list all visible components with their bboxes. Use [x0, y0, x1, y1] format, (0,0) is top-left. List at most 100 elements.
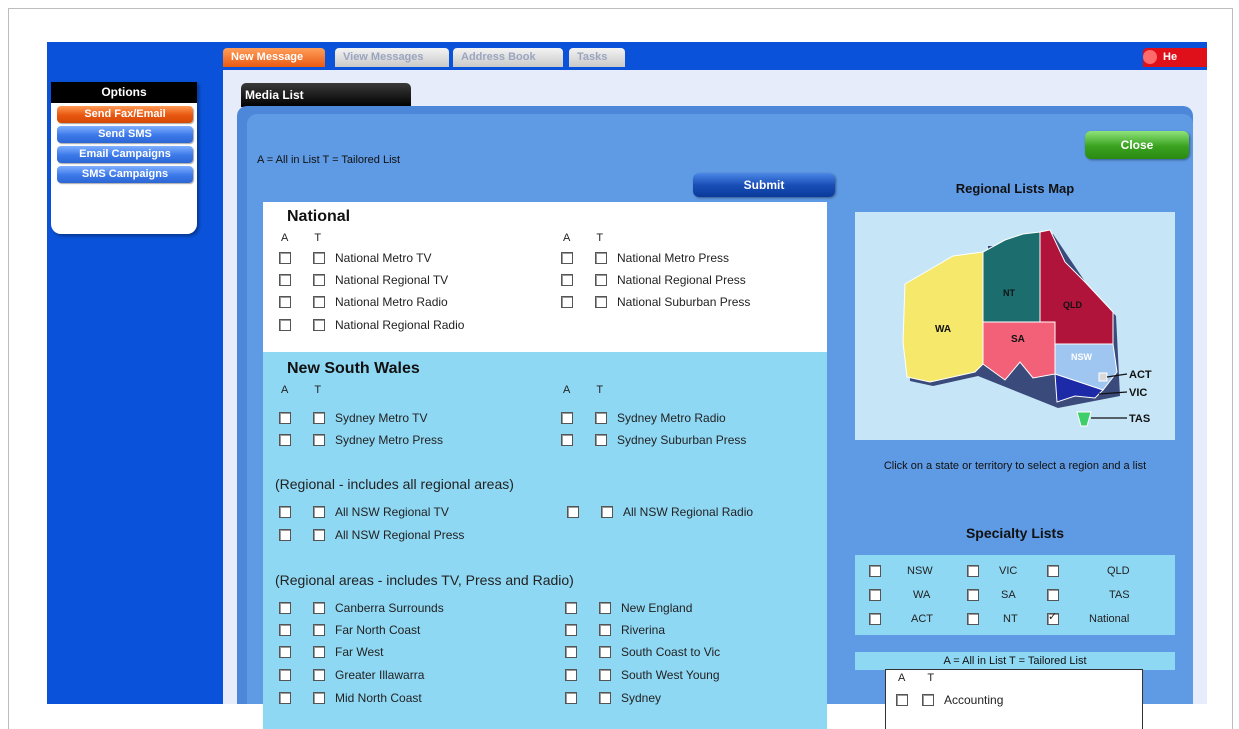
help-icon: [1143, 50, 1157, 64]
all-checkbox[interactable]: [567, 505, 579, 518]
map-state-nt[interactable]: [982, 231, 1041, 323]
tailored-checkbox[interactable]: [595, 433, 607, 446]
tailored-checkbox[interactable]: [595, 411, 607, 424]
send-fax-email-button[interactable]: Send Fax/Email: [57, 106, 193, 123]
list-item: Sydney Suburban Press: [561, 430, 746, 448]
list-item-label: National Regional Press: [617, 272, 746, 287]
map-state-act[interactable]: [1098, 372, 1108, 382]
list-item: Mid North Coast: [279, 688, 422, 706]
all-checkbox[interactable]: [279, 251, 291, 264]
specialty-item: TAS: [1047, 589, 1130, 602]
all-checkbox[interactable]: [565, 645, 577, 658]
tailored-checkbox[interactable]: [313, 251, 325, 264]
all-checkbox[interactable]: [279, 668, 291, 681]
tailored-checkbox[interactable]: [313, 691, 325, 704]
specialty-label: QLD: [1107, 565, 1130, 577]
specialty-checkbox[interactable]: [869, 613, 881, 626]
all-checkbox[interactable]: [565, 691, 577, 704]
list-item: Greater Illawarra: [279, 665, 424, 683]
email-campaigns-button[interactable]: Email Campaigns: [57, 146, 193, 163]
tailored-checkbox[interactable]: [313, 433, 325, 446]
list-item-label: All NSW Regional Radio: [623, 504, 754, 519]
all-checkbox[interactable]: [565, 601, 577, 614]
all-checkbox[interactable]: [279, 528, 291, 541]
specialty-checkbox[interactable]: [869, 589, 881, 602]
specialty-checkbox[interactable]: [967, 589, 979, 602]
tailored-checkbox[interactable]: [599, 623, 611, 636]
all-checkbox[interactable]: [279, 623, 291, 636]
list-item-label: South Coast to Vic: [621, 644, 721, 659]
all-checkbox[interactable]: [565, 623, 577, 636]
list-item: All NSW Regional Radio: [567, 502, 753, 520]
tailored-checkbox[interactable]: [313, 528, 325, 541]
specialty-label: ACT: [911, 613, 933, 625]
specialty-item: ACT: [869, 613, 933, 626]
all-checkbox[interactable]: [561, 251, 573, 264]
tailored-checkbox[interactable]: [313, 505, 325, 518]
media-list-tab[interactable]: Media List: [241, 83, 411, 107]
specialty-item: NT: [967, 613, 1018, 626]
all-checkbox[interactable]: [279, 273, 291, 286]
tailored-checkbox[interactable]: [313, 601, 325, 614]
tailored-checkbox[interactable]: [595, 251, 607, 264]
tailored-checkbox[interactable]: [599, 645, 611, 658]
tab-address-book[interactable]: Address Book: [453, 48, 563, 67]
all-checkbox[interactable]: [561, 433, 573, 446]
all-checkbox[interactable]: [279, 411, 291, 424]
specialty-label: National: [1089, 613, 1130, 625]
help-button[interactable]: He: [1143, 48, 1207, 67]
all-checkbox[interactable]: [279, 318, 291, 331]
specialty-label: NT: [1003, 613, 1018, 625]
list-item: Sydney Metro Press: [279, 430, 443, 448]
tab-view-messages[interactable]: View Messages: [335, 48, 449, 67]
tab-new-message[interactable]: New Message: [223, 48, 325, 67]
map-label-vic: VIC: [1129, 387, 1147, 399]
tailored-checkbox[interactable]: [313, 623, 325, 636]
tailored-checkbox[interactable]: [313, 411, 325, 424]
tab-tasks[interactable]: Tasks: [569, 48, 625, 67]
specialty-lists: NSW VIC QLD WA SA TAS ACT NT National: [855, 555, 1175, 635]
specialty-checkbox[interactable]: [967, 565, 979, 578]
specialty-checkbox[interactable]: [1047, 589, 1059, 602]
tailored-checkbox[interactable]: [595, 273, 607, 286]
specialty-checkbox[interactable]: [967, 613, 979, 626]
specialty-checkbox[interactable]: [1047, 565, 1059, 578]
specialty-item: SA: [967, 589, 1016, 602]
map-state-tas[interactable]: [1076, 411, 1092, 427]
tailored-checkbox[interactable]: [313, 273, 325, 286]
all-checkbox[interactable]: [561, 411, 573, 424]
all-checkbox[interactable]: [279, 601, 291, 614]
list-item: National Regional Press: [561, 270, 746, 288]
t-label: T: [927, 672, 935, 684]
all-checkbox[interactable]: [279, 295, 291, 308]
nsw-section: New South Wales AT AT Sydney Metro TV Sy…: [263, 352, 827, 729]
tailored-checkbox[interactable]: [599, 601, 611, 614]
tailored-checkbox[interactable]: [313, 645, 325, 658]
map-state-wa[interactable]: [902, 251, 984, 383]
tailored-checkbox[interactable]: [313, 295, 325, 308]
tailored-checkbox[interactable]: [599, 668, 611, 681]
all-checkbox[interactable]: [896, 693, 908, 706]
tailored-checkbox[interactable]: [601, 505, 613, 518]
list-item-label: National Regional TV: [335, 272, 449, 287]
tailored-checkbox[interactable]: [599, 691, 611, 704]
tailored-checkbox[interactable]: [313, 668, 325, 681]
send-sms-button[interactable]: Send SMS: [57, 126, 193, 143]
all-checkbox[interactable]: [279, 505, 291, 518]
all-checkbox[interactable]: [561, 295, 573, 308]
specialty-checkbox[interactable]: [1047, 610, 1059, 626]
all-checkbox[interactable]: [565, 668, 577, 681]
sms-campaigns-button[interactable]: SMS Campaigns: [57, 166, 193, 183]
all-checkbox[interactable]: [279, 645, 291, 658]
list-item: Accounting: [896, 690, 1003, 708]
specialty-checkbox[interactable]: [869, 565, 881, 578]
all-checkbox[interactable]: [279, 433, 291, 446]
tailored-checkbox[interactable]: [313, 318, 325, 331]
tailored-checkbox[interactable]: [595, 295, 607, 308]
list-item: National Regional TV: [279, 270, 448, 288]
all-checkbox[interactable]: [561, 273, 573, 286]
close-button[interactable]: Close: [1085, 131, 1189, 159]
all-checkbox[interactable]: [279, 691, 291, 704]
tailored-checkbox[interactable]: [922, 693, 934, 706]
submit-button[interactable]: Submit: [693, 173, 835, 197]
